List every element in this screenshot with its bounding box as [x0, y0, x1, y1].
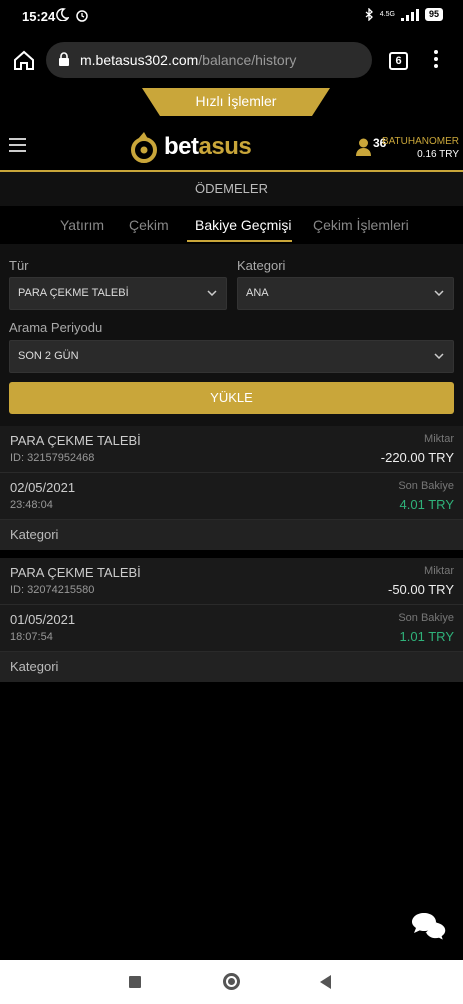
- balance-label: Son Bakiye: [398, 480, 454, 492]
- signal-icon: [400, 8, 419, 21]
- status-bar: 15:24 4.5G 95: [0, 0, 463, 34]
- address-bar[interactable]: m.betasus302.com/balance/history: [46, 42, 372, 78]
- record-amount: -220.00 TRY: [380, 450, 454, 465]
- chevron-down-icon: [434, 290, 444, 296]
- record-date: 01/05/2021: [10, 612, 76, 627]
- browser-menu-icon[interactable]: [434, 50, 438, 71]
- quick-actions-label: Hızlı İşlemler: [195, 93, 277, 109]
- chat-icon[interactable]: [410, 910, 448, 942]
- hamburger-menu-icon[interactable]: [9, 138, 26, 156]
- record-time: 23:48:04: [10, 499, 53, 511]
- recent-apps-icon[interactable]: [129, 976, 141, 988]
- tab-withdraw[interactable]: Çekim: [129, 217, 169, 233]
- tab-withdraw-operations[interactable]: Çekim İşlemleri: [313, 217, 409, 233]
- battery-icon: 95: [424, 8, 443, 21]
- logo-text: betasus: [164, 133, 252, 161]
- logo-emblem-icon: [131, 132, 157, 163]
- quick-actions-button[interactable]: Hızlı İşlemler: [142, 88, 330, 116]
- record-header-row: PARA ÇEKME TALEBİ ID: 32157952468 Miktar…: [0, 426, 463, 473]
- back-icon[interactable]: [320, 975, 331, 989]
- network-type-label: 4.5G: [379, 11, 395, 18]
- page-title: ÖDEMELER: [0, 172, 463, 206]
- active-tab-indicator: [187, 240, 292, 242]
- chevron-down-icon: [434, 353, 444, 359]
- record-header-row: PARA ÇEKME TALEBİ ID: 32074215580 Miktar…: [0, 558, 463, 605]
- moon-icon: [56, 8, 69, 21]
- record-title: PARA ÇEKME TALEBİ: [10, 565, 141, 580]
- url-host: m.betasus302.com: [80, 52, 199, 68]
- record-time: 18:07:54: [10, 631, 53, 643]
- amount-label: Miktar: [424, 565, 454, 577]
- logo-text-suffix: asus: [198, 133, 252, 160]
- amount-label: Miktar: [424, 433, 454, 445]
- record-date-row: 02/05/2021 23:48:04 Son Bakiye 4.01 TRY: [0, 473, 463, 520]
- period-label: Arama Periyodu: [9, 320, 103, 335]
- user-balance: 0.16 TRY: [417, 149, 459, 160]
- type-select-value: PARA ÇEKME TALEBİ: [18, 287, 129, 299]
- tab-deposit[interactable]: Yatırım: [60, 217, 104, 233]
- browser-toolbar: m.betasus302.com/balance/history 6: [0, 34, 463, 88]
- record-id: ID: 32074215580: [10, 584, 95, 596]
- home-button-icon[interactable]: [223, 973, 240, 990]
- period-select[interactable]: SON 2 GÜN: [9, 340, 454, 373]
- period-select-value: SON 2 GÜN: [18, 350, 79, 362]
- site-header: betasus 36 BATUHANOMER 0.16 TRY: [0, 116, 463, 172]
- type-label: Tür: [9, 258, 29, 273]
- record-category-row[interactable]: Kategori: [0, 652, 463, 682]
- filter-form: Tür PARA ÇEKME TALEBİ Kategori ANA Arama…: [0, 244, 463, 426]
- tab-switcher-button[interactable]: 6: [389, 52, 408, 70]
- status-time: 15:24: [22, 9, 56, 24]
- list-spacer: [0, 550, 463, 558]
- alarm-icon: [76, 10, 88, 22]
- balance-label: Son Bakiye: [398, 612, 454, 624]
- url-text[interactable]: m.betasus302.com/balance/history: [80, 52, 296, 68]
- url-path: /balance/history: [198, 52, 297, 68]
- chevron-down-icon: [207, 290, 217, 296]
- category-select[interactable]: ANA: [237, 277, 454, 310]
- category-label: Kategori: [237, 258, 286, 273]
- record-date: 02/05/2021: [10, 480, 76, 495]
- record-balance: 1.01 TRY: [399, 629, 454, 644]
- record-category-row[interactable]: Kategori: [0, 520, 463, 550]
- lock-icon: [59, 52, 69, 66]
- type-select[interactable]: PARA ÇEKME TALEBİ: [9, 277, 227, 310]
- payment-tabs: Yatırım Çekim Bakiye Geçmişi Çekim İşlem…: [0, 206, 463, 244]
- balance-history-list: PARA ÇEKME TALEBİ ID: 32157952468 Miktar…: [0, 426, 463, 682]
- tab-balance-history[interactable]: Bakiye Geçmişi: [195, 217, 291, 233]
- home-icon[interactable]: [12, 48, 36, 72]
- record-amount: -50.00 TRY: [387, 582, 454, 597]
- record-balance: 4.01 TRY: [399, 497, 454, 512]
- user-icon: [356, 138, 371, 156]
- record-id: ID: 32157952468: [10, 452, 95, 464]
- load-button[interactable]: YÜKLE: [9, 382, 454, 414]
- logo-text-prefix: bet: [164, 133, 199, 160]
- system-navigation-bar: [0, 960, 463, 1004]
- username: BATUHANOMER: [381, 136, 459, 147]
- bluetooth-icon: [365, 8, 373, 21]
- site-logo[interactable]: betasus: [130, 130, 252, 164]
- record-date-row: 01/05/2021 18:07:54 Son Bakiye 1.01 TRY: [0, 605, 463, 652]
- category-select-value: ANA: [246, 287, 269, 299]
- record-title: PARA ÇEKME TALEBİ: [10, 433, 141, 448]
